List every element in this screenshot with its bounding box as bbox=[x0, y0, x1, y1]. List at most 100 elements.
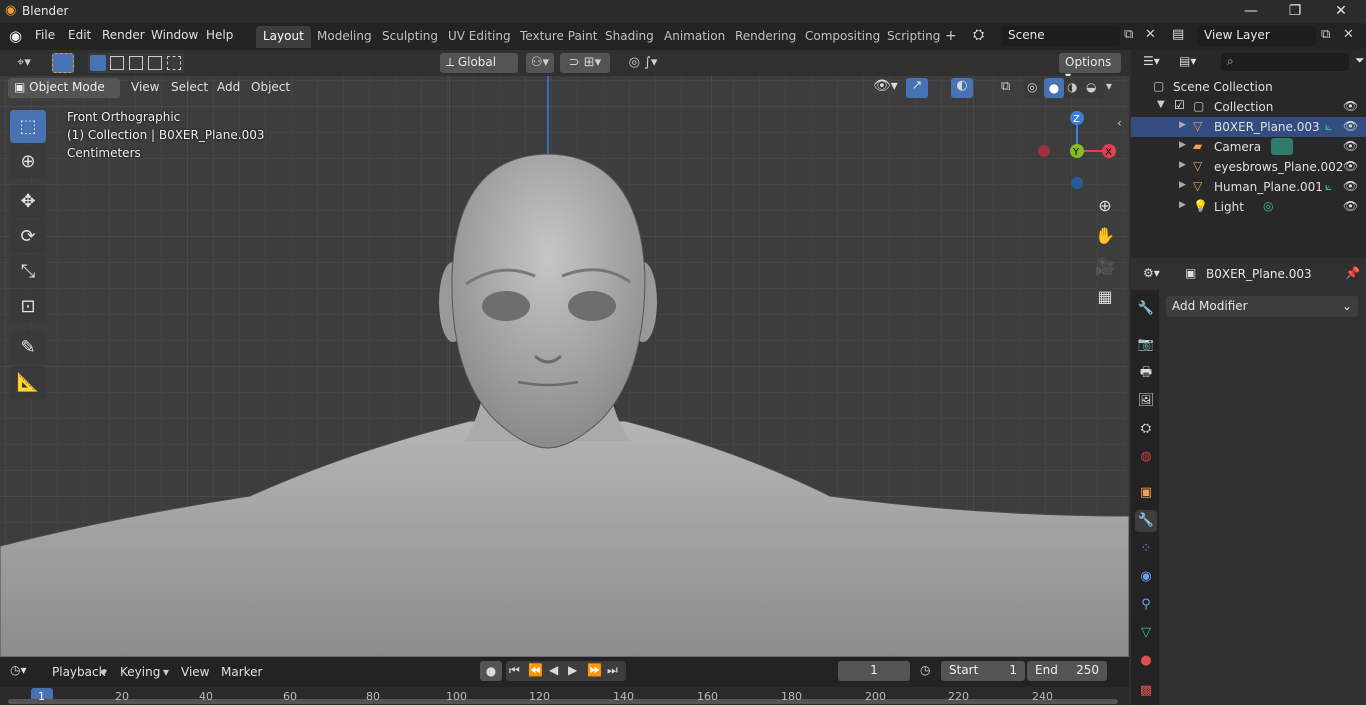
camera-data-icon[interactable] bbox=[1271, 138, 1293, 155]
sidebar-toggle-icon[interactable]: ‹ bbox=[1117, 116, 1122, 130]
overlay-toggle-icon[interactable]: ◐ bbox=[951, 78, 973, 98]
expand-arrow-icon[interactable]: ▶ bbox=[1179, 120, 1186, 130]
record-icon[interactable]: ● bbox=[480, 661, 502, 681]
end-frame-field[interactable]: End 250 bbox=[1027, 661, 1107, 681]
expand-arrow-icon[interactable]: ▶ bbox=[1179, 180, 1186, 190]
delete-view-layer-icon[interactable]: ✕ bbox=[1343, 27, 1354, 42]
menu-render[interactable]: Render bbox=[102, 28, 145, 42]
select-subtract-icon[interactable] bbox=[129, 56, 143, 70]
jump-end-icon[interactable]: ⏭ bbox=[607, 663, 618, 678]
pin-icon[interactable]: 📌 bbox=[1345, 266, 1360, 280]
texture-tab-icon[interactable]: ▩ bbox=[1135, 680, 1157, 702]
outliner-row-scene-collection[interactable]: ▢ Scene Collection bbox=[1131, 77, 1366, 97]
rendered-shading-icon[interactable]: ◒ bbox=[1086, 80, 1096, 94]
pivot-point-icon[interactable]: ⚇▾ bbox=[526, 53, 554, 73]
tool-tab-icon[interactable]: 🔧 bbox=[1135, 298, 1157, 320]
new-scene-icon[interactable]: ⧉ bbox=[1124, 27, 1133, 42]
maximize-button[interactable]: ❐ bbox=[1272, 0, 1318, 23]
delete-scene-icon[interactable]: ✕ bbox=[1145, 27, 1156, 42]
outliner-row-eyebrows[interactable]: ▶ ▽ eyesbrows_Plane.002 👁 bbox=[1131, 157, 1366, 177]
outliner-row-boxer[interactable]: ▶ ▽ B0XER_Plane.003 ⟀ 👁 bbox=[1131, 117, 1366, 137]
play-reverse-icon[interactable]: ◀ bbox=[549, 663, 558, 677]
options-dropdown[interactable]: Options ▾ bbox=[1059, 53, 1121, 83]
mode-dropdown[interactable]: ▣ Object Mode bbox=[8, 78, 120, 98]
output-tab-icon[interactable]: 🖶 bbox=[1135, 362, 1157, 384]
viewport-menu-add[interactable]: Add bbox=[217, 80, 240, 94]
scene-selector[interactable]: Scene bbox=[1002, 26, 1120, 46]
zoom-icon[interactable]: ⊕ bbox=[1092, 193, 1118, 219]
gizmo-toggle-icon[interactable]: ↗ bbox=[906, 78, 928, 98]
annotate-tool-icon[interactable]: ✎ bbox=[10, 331, 46, 364]
measure-tool-icon[interactable]: 📐 bbox=[10, 366, 46, 399]
world-tab-icon[interactable]: ◍ bbox=[1135, 446, 1157, 468]
move-tool-icon[interactable]: ✥ bbox=[10, 185, 46, 218]
shading-options-icon[interactable]: ▾ bbox=[1106, 79, 1112, 93]
wireframe-shading-icon[interactable]: ◎ bbox=[1027, 80, 1037, 94]
scale-tool-icon[interactable]: ⤡ bbox=[10, 255, 46, 288]
eye-icon[interactable]: 👁 bbox=[1343, 99, 1358, 113]
view-layer-icon[interactable]: ▤ bbox=[1172, 27, 1184, 42]
eye-icon[interactable]: 👁 bbox=[1343, 119, 1358, 133]
tab-layout[interactable]: Layout bbox=[256, 26, 311, 48]
tab-sculpting[interactable]: Sculpting bbox=[375, 26, 445, 48]
particles-tab-icon[interactable]: ⁘ bbox=[1135, 538, 1157, 560]
camera-view-icon[interactable]: 🎥 bbox=[1092, 254, 1118, 280]
select-tool-icon[interactable]: ⬚ bbox=[10, 110, 46, 143]
cursor-tool-icon[interactable]: ⊕ bbox=[10, 145, 46, 178]
outliner-row-light[interactable]: ▶ 💡 Light ◎ 👁 bbox=[1131, 197, 1366, 217]
eye-icon[interactable]: 👁 bbox=[1343, 159, 1358, 173]
timeline-menu-playback[interactable]: Playback bbox=[52, 665, 106, 679]
expand-arrow-icon[interactable]: ▶ bbox=[1179, 200, 1186, 210]
viewport-menu-view[interactable]: View bbox=[131, 80, 159, 94]
tab-modeling[interactable]: Modeling bbox=[310, 26, 379, 48]
data-tab-icon[interactable]: ▽ bbox=[1135, 622, 1157, 644]
display-mode-icon[interactable]: ▤▾ bbox=[1179, 54, 1196, 68]
scene-icon[interactable]: ⛭ bbox=[973, 27, 984, 43]
constraints-tab-icon[interactable]: ⚲ bbox=[1135, 594, 1157, 616]
gizmo-neg-x-circle[interactable] bbox=[1038, 145, 1050, 157]
start-frame-field[interactable]: Start 1 bbox=[941, 661, 1025, 681]
tab-rendering[interactable]: Rendering bbox=[728, 26, 803, 48]
timeline-editor-icon[interactable]: ◷▾ bbox=[10, 663, 27, 677]
tab-compositing[interactable]: Compositing bbox=[798, 26, 887, 48]
expand-arrow-icon[interactable]: ▶ bbox=[1179, 140, 1186, 150]
transform-tool-icon[interactable]: ⊡ bbox=[10, 290, 46, 323]
modifier-tab-icon[interactable]: 🔧 bbox=[1135, 510, 1157, 532]
3d-viewport[interactable]: ⬚ ⊕ ✥ ⟳ ⤡ ⊡ ✎ 📐 ▣ Object Mode View Selec… bbox=[0, 76, 1129, 657]
select-intersect-icon[interactable] bbox=[167, 56, 181, 70]
outliner-search-input[interactable]: ⌕ bbox=[1221, 53, 1349, 71]
select-box-icon[interactable] bbox=[52, 53, 74, 73]
select-invert-icon[interactable] bbox=[148, 56, 162, 70]
eye-icon[interactable]: 👁 bbox=[1343, 199, 1358, 213]
tab-shading[interactable]: Shading bbox=[598, 26, 661, 48]
rotate-tool-icon[interactable]: ⟳ bbox=[10, 220, 46, 253]
navigation-gizmo[interactable]: Z Y X bbox=[1030, 106, 1120, 196]
timeline-menu-marker[interactable]: Marker bbox=[221, 665, 262, 679]
jump-keyframe-forward-icon[interactable]: ⏩ bbox=[587, 663, 602, 677]
outliner-row-camera[interactable]: ▶ ▰ Camera 👁 bbox=[1131, 137, 1366, 157]
tab-animation[interactable]: Animation bbox=[657, 26, 732, 48]
render-tab-icon[interactable]: 📷 bbox=[1135, 334, 1157, 356]
timeline-menu-keying[interactable]: Keying bbox=[120, 665, 160, 679]
play-icon[interactable]: ▶ bbox=[568, 663, 577, 677]
tab-scripting[interactable]: Scripting bbox=[880, 26, 947, 48]
view-layer-tab-icon[interactable]: 🖼 bbox=[1135, 390, 1157, 412]
menu-edit[interactable]: Edit bbox=[68, 28, 91, 42]
expand-arrow-icon[interactable]: ▶ bbox=[1179, 160, 1186, 170]
stopwatch-icon[interactable]: ◷ bbox=[920, 663, 930, 677]
checkbox-icon[interactable]: ☑ bbox=[1174, 98, 1185, 112]
object-tab-icon[interactable]: ▣ bbox=[1135, 482, 1157, 504]
blender-menu-icon[interactable]: ◉ bbox=[9, 27, 22, 45]
filter-icon[interactable]: ⏷ bbox=[1355, 53, 1365, 68]
solid-shading-icon[interactable]: ● bbox=[1044, 78, 1064, 98]
outliner-row-human[interactable]: ▶ ▽ Human_Plane.001 ⟀ 👁 bbox=[1131, 177, 1366, 197]
properties-editor-icon[interactable]: ⚙▾ bbox=[1143, 266, 1160, 280]
perspective-toggle-icon[interactable]: ▦ bbox=[1092, 284, 1118, 310]
outliner-editor-icon[interactable]: ☰▾ bbox=[1143, 54, 1160, 68]
current-frame-field[interactable]: 1 bbox=[838, 661, 910, 681]
select-extend-icon[interactable] bbox=[110, 56, 124, 70]
light-data-icon[interactable]: ◎ bbox=[1263, 199, 1273, 213]
gizmo-neg-z-circle[interactable] bbox=[1071, 177, 1083, 189]
transform-orientation-dropdown[interactable]: ⟂ Global bbox=[440, 53, 518, 73]
physics-tab-icon[interactable]: ◉ bbox=[1135, 566, 1157, 588]
